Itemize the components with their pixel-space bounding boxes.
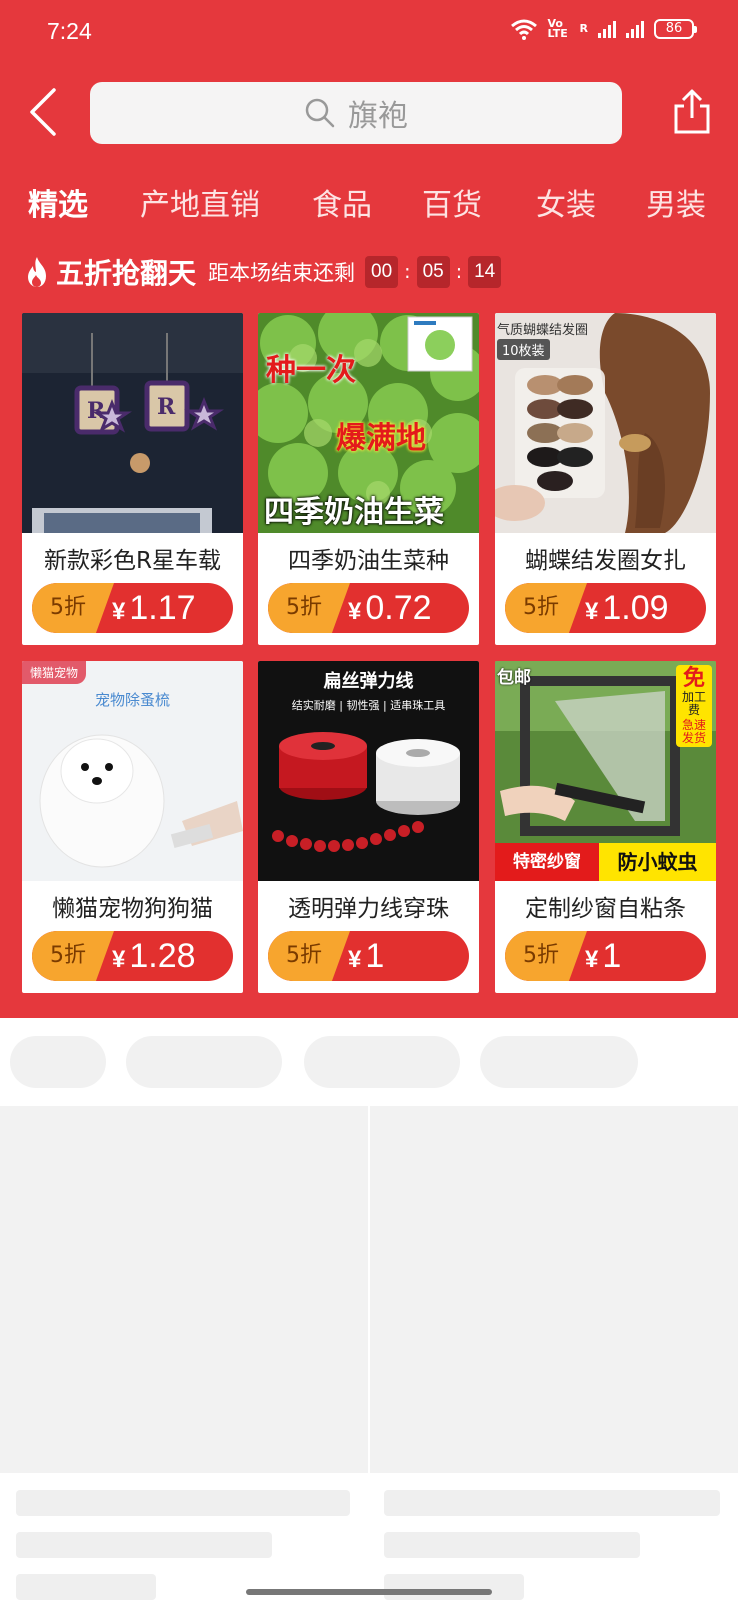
countdown-label: 距本场结束还剩 xyxy=(208,261,356,285)
product-image: 包邮 免 加工费 急速发货 特密纱窗 防小蚊虫 xyxy=(495,661,716,881)
image-free-sub: 加工费 xyxy=(681,690,706,717)
roaming-label: R xyxy=(579,22,588,35)
product-price: ¥1.28 xyxy=(112,937,196,975)
text-placeholder xyxy=(384,1574,524,1600)
text-placeholder xyxy=(16,1574,156,1600)
image-banner-right: 防小蚊虫 xyxy=(599,843,716,881)
price-tag[interactable]: 5折 ¥0.72 xyxy=(268,583,469,633)
image-fast-ship: 急速发货 xyxy=(681,718,706,745)
image-caption-top: 种一次 xyxy=(266,353,356,388)
discount-badge: 5折 xyxy=(268,583,350,633)
product-card[interactable]: 气质蝴蝶结发圈 10枚装 蝴蝶结发圈女扎 5折 ¥1.09 xyxy=(495,313,716,645)
category-tabs: 精选 产地直销 食品 百货 女装 男装 xyxy=(0,180,738,230)
status-time: 7:24 xyxy=(47,18,92,44)
countdown-sep: : xyxy=(455,261,463,283)
discount-badge: 5折 xyxy=(505,583,587,633)
product-card[interactable]: 扁丝弹力线 结实耐磨 | 韧性强 | 适串珠工具 透明弹力线穿珠 5折 ¥1 xyxy=(258,661,479,993)
price-tag[interactable]: 5折 ¥1.09 xyxy=(505,583,706,633)
image-free-text: 免 xyxy=(682,666,705,691)
tab-origin-direct[interactable]: 产地直销 xyxy=(140,180,260,224)
image-corner-label: 包邮 xyxy=(497,668,531,688)
tab-womens[interactable]: 女装 xyxy=(536,180,596,224)
product-name: 懒猫宠物狗狗猫 xyxy=(52,896,213,922)
product-name: 四季奶油生菜种 xyxy=(288,548,449,574)
product-card[interactable]: 包邮 免 加工费 急速发货 特密纱窗 防小蚊虫 定制纱窗自粘条 5折 ¥1 xyxy=(495,661,716,993)
image-count-badge: 10枚装 xyxy=(497,339,550,360)
home-indicator[interactable] xyxy=(246,1589,492,1595)
text-placeholder xyxy=(16,1490,350,1516)
tab-household[interactable]: 百货 xyxy=(422,180,482,224)
image-banner-left: 特密纱窗 xyxy=(495,843,599,881)
image-title: 宠物除蚤梳 xyxy=(94,691,170,709)
product-name: 定制纱窗自粘条 xyxy=(525,896,686,922)
search-placeholder: 旗袍 xyxy=(348,99,408,134)
discount-badge: 5折 xyxy=(268,931,350,981)
price-tag[interactable]: 5折 ¥1 xyxy=(268,931,469,981)
status-bar: 7:24 Vo LTE R 86 xyxy=(0,0,738,64)
image-title: 扁丝弹力线 xyxy=(323,671,414,692)
product-image: 扁丝弹力线 结实耐磨 | 韧性强 | 适串珠工具 xyxy=(258,661,479,881)
discount-badge: 5折 xyxy=(32,583,114,633)
signal-icon xyxy=(598,20,616,38)
product-name: 新款彩色R星车载 xyxy=(44,548,221,574)
tab-mens[interactable]: 男装 xyxy=(646,180,706,224)
battery-icon: 86 xyxy=(654,19,697,39)
text-placeholder xyxy=(16,1532,272,1558)
product-price: ¥0.72 xyxy=(348,589,432,627)
product-image: R R xyxy=(22,313,243,533)
share-button[interactable] xyxy=(670,86,714,138)
price-tag[interactable]: 5折 ¥1.17 xyxy=(32,583,233,633)
product-image: 气质蝴蝶结发圈 10枚装 xyxy=(495,313,716,533)
filter-chip-placeholder xyxy=(480,1036,638,1088)
image-subtitle: 结实耐磨 | 韧性强 | 适串珠工具 xyxy=(291,699,446,712)
product-card[interactable]: 懒猫宠物 宠物除蚤梳 懒猫宠物狗狗猫 5折 ¥1.28 xyxy=(22,661,243,993)
image-caption-middle: 爆满地 xyxy=(336,421,426,456)
wifi-icon xyxy=(510,19,537,40)
search-icon xyxy=(305,98,335,128)
product-price: ¥1.09 xyxy=(585,589,669,627)
price-tag[interactable]: 5折 ¥1 xyxy=(505,931,706,981)
product-price: ¥1 xyxy=(585,937,622,975)
flash-sale-header: 五折抢翻天 距本场结束还剩 00 : 05 : 14 xyxy=(24,254,502,290)
discount-badge: 5折 xyxy=(32,931,114,981)
tab-featured[interactable]: 精选 xyxy=(28,180,88,226)
back-button[interactable] xyxy=(24,86,68,138)
countdown-sep: : xyxy=(404,261,411,283)
filter-chip-placeholder xyxy=(10,1036,106,1088)
product-price: ¥1 xyxy=(348,937,385,975)
filter-chip-placeholder xyxy=(304,1036,460,1088)
status-icons: Vo LTE R 86 xyxy=(510,17,697,40)
svg-text:R: R xyxy=(157,394,176,420)
product-name: 蝴蝶结发圈女扎 xyxy=(525,548,686,574)
discount-badge: 5折 xyxy=(505,931,587,981)
volte-label: Vo LTE xyxy=(547,17,568,40)
filter-chip-placeholder xyxy=(126,1036,282,1088)
tab-food[interactable]: 食品 xyxy=(312,180,372,224)
countdown-minutes: 05 xyxy=(416,256,450,288)
product-image: 种一次 爆满地 四季奶油生菜 xyxy=(258,313,479,533)
countdown-seconds: 14 xyxy=(468,256,502,288)
product-image: 懒猫宠物 宠物除蚤梳 xyxy=(22,661,243,881)
image-caption-bottom: 四季奶油生菜 xyxy=(264,495,444,530)
search-input[interactable]: 旗袍 xyxy=(90,82,622,144)
svg-text:R: R xyxy=(87,398,106,424)
countdown-hours: 00 xyxy=(365,256,399,288)
text-placeholder xyxy=(384,1490,720,1516)
product-card[interactable]: 种一次 爆满地 四季奶油生菜 四季奶油生菜种 5折 ¥0.72 xyxy=(258,313,479,645)
chevron-left-icon xyxy=(30,88,56,136)
fire-icon xyxy=(28,257,46,287)
share-icon xyxy=(674,89,710,134)
product-card[interactable]: R R 新款彩色R星车载 5折 ¥1.17 xyxy=(22,313,243,645)
image-brand-badge: 懒猫宠物 xyxy=(22,661,87,684)
price-tag[interactable]: 5折 ¥1.28 xyxy=(32,931,233,981)
flash-sale-title: 五折抢翻天 xyxy=(56,257,197,290)
product-name: 透明弹力线穿珠 xyxy=(288,896,449,922)
image-tag: 气质蝴蝶结发圈 xyxy=(497,323,589,338)
image-free-badge: 免 加工费 急速发货 xyxy=(676,665,712,747)
text-placeholder xyxy=(384,1532,640,1558)
image-banner: 特密纱窗 防小蚊虫 xyxy=(495,843,716,881)
signal-icon-2 xyxy=(626,20,644,38)
product-price: ¥1.17 xyxy=(112,589,196,627)
